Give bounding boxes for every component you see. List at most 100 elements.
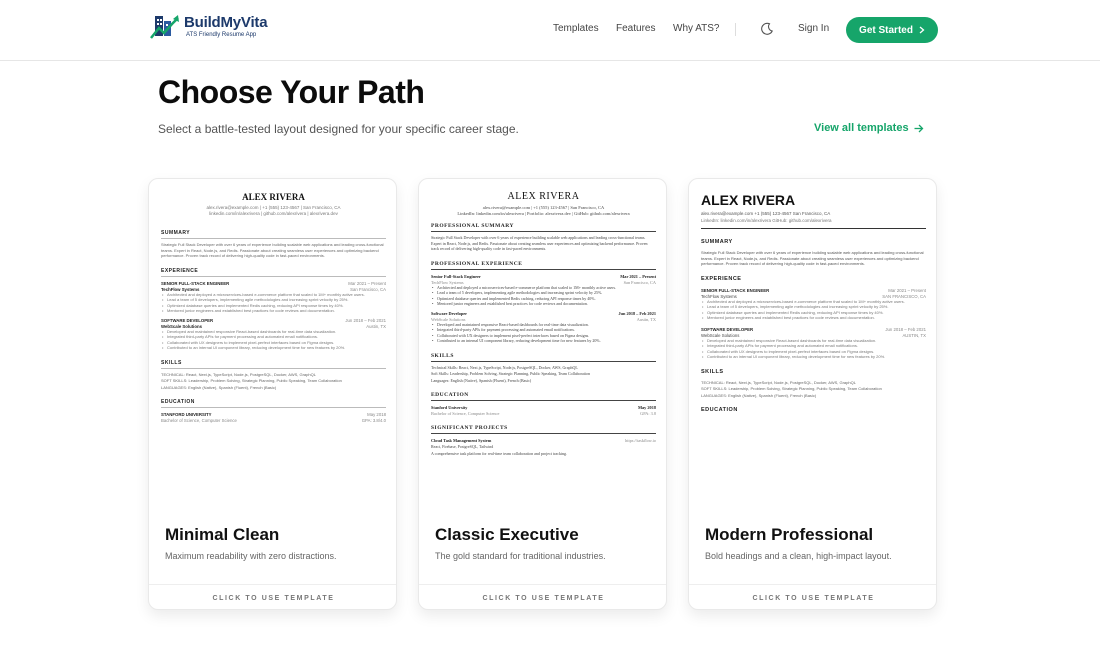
- buildings-icon: [150, 15, 179, 39]
- job-bullet: Mentored junior engineers and establishe…: [701, 315, 926, 321]
- template-card-classic-executive[interactable]: ALEX RIVERA alex.rivera@example.com | +1…: [418, 178, 667, 610]
- preview-fade: [419, 469, 666, 514]
- job-title: SENIOR FULL-STACK ENGINEER: [161, 280, 230, 286]
- job-bullet: Mentored junior engineers and establishe…: [431, 301, 656, 307]
- resume-section-projects: SIGNIFICANT PROJECTS: [431, 425, 656, 434]
- skills-line: SOFT SKILLS: Leadership, Problem Solving…: [161, 378, 342, 383]
- job-date: Mar 2021 – Present: [888, 287, 926, 293]
- job-title: Senior Full-Stack Engineer: [431, 273, 481, 279]
- project-link: https://taskflow.io: [625, 438, 656, 443]
- edu-date: May 2018: [637, 405, 656, 410]
- job-date: Jun 2018 – Feb 2021: [345, 317, 386, 323]
- job-date: Jun 2018 – Feb 2021: [618, 310, 656, 316]
- resume-contact: alex.rivera@example.com +1 (555) 123-456…: [701, 211, 831, 216]
- skills-line: Languages: English (Native), Spanish (Fl…: [431, 377, 532, 383]
- edu-degree: Bachelor of Science, Computer Science: [161, 418, 237, 423]
- resume-section-experience: EXPERIENCE: [701, 275, 742, 282]
- project-description: A comprehensive task platform for real-t…: [431, 450, 568, 456]
- job-bullet: Contributed to an internal UI component …: [701, 354, 926, 360]
- page-subtitle: Select a battle-tested layout designed f…: [158, 122, 519, 136]
- resume-preview: ALEX RIVERA alex.rivera@example.com +1 (…: [689, 179, 936, 514]
- edu-gpa: GPA: 3.8: [640, 411, 656, 416]
- project-tech: React, Firebase, PostgreSQL, Tailwind: [431, 444, 494, 449]
- resume-preview: ALEX RIVERA alex.rivera@example.com | +1…: [419, 179, 666, 514]
- resume-section-summary: SUMMARY: [161, 230, 386, 239]
- brand-logo[interactable]: BuildMyVita ATS Friendly Resume App: [150, 12, 268, 42]
- resume-links: LinkedIn: linkedin.com/in/alexrivera Git…: [701, 218, 926, 229]
- preview-fade: [149, 469, 396, 514]
- nav-link-features[interactable]: Features: [616, 23, 655, 34]
- project-title: Cloud Task Management System: [431, 438, 492, 443]
- resume-links: linkedin.com/in/alexrivera | github.com/…: [209, 211, 338, 216]
- edu-school: Stanford University: [431, 405, 468, 410]
- brand-tagline: ATS Friendly Resume App: [186, 32, 257, 38]
- resume-name: ALEX RIVERA: [701, 192, 796, 208]
- skills-line: LANGUAGES: English (Native), Spanish (Fl…: [701, 392, 817, 398]
- top-nav: BuildMyVita ATS Friendly Resume App Temp…: [0, 0, 1100, 61]
- job-bullet: Contributed to an internal UI component …: [161, 345, 386, 351]
- skills-line: Technical Skills: React, Next.js, TypeSc…: [431, 364, 578, 370]
- view-all-templates-link[interactable]: View all templates: [814, 122, 924, 134]
- job-date: Mar 2021 – Present: [620, 273, 656, 279]
- job-title: SOFTWARE DEVELOPER: [701, 326, 754, 332]
- card-title: Modern Professional: [705, 525, 874, 544]
- card-title: Classic Executive: [435, 525, 579, 544]
- resume-section-education: EDUCATION: [431, 392, 656, 401]
- resume-name: ALEX RIVERA: [242, 192, 305, 202]
- get-started-button[interactable]: Get Started: [846, 17, 938, 43]
- job-title: SOFTWARE DEVELOPER: [161, 317, 214, 323]
- view-all-label: View all templates: [814, 122, 909, 134]
- template-card-modern-professional[interactable]: ALEX RIVERA alex.rivera@example.com +1 (…: [688, 178, 937, 610]
- nav-link-templates[interactable]: Templates: [553, 23, 599, 34]
- resume-name: ALEX RIVERA: [507, 191, 580, 202]
- job-date: Jun 2018 – Feb 2021: [885, 326, 926, 332]
- skills-line: Soft Skills: Leadership, Problem Solving…: [431, 371, 590, 376]
- resume-section-skills: SKILLS: [431, 353, 656, 362]
- use-template-button[interactable]: CLICK TO USE TEMPLATE: [419, 584, 666, 609]
- resume-section-education: EDUCATION: [161, 399, 386, 408]
- sign-in-link[interactable]: Sign In: [798, 23, 829, 34]
- job-bullet: Mentored junior engineers and establishe…: [161, 308, 386, 314]
- card-description: The gold standard for traditional indust…: [435, 551, 606, 561]
- arrow-right-icon: [914, 124, 923, 132]
- job-title: SENIOR FULL-STACK ENGINEER: [701, 287, 770, 293]
- card-title: Minimal Clean: [165, 525, 280, 544]
- page-title: Choose Your Path: [158, 74, 425, 110]
- job-date: Mar 2021 – Present: [348, 280, 386, 286]
- resume-contact: alex.rivera@example.com | +1 (555) 123-4…: [482, 205, 605, 210]
- use-template-button[interactable]: CLICK TO USE TEMPLATE: [149, 584, 396, 609]
- get-started-label: Get Started: [859, 24, 913, 36]
- job-title: Software Developer: [431, 310, 468, 316]
- nav-link-why-ats[interactable]: Why ATS?: [673, 23, 720, 34]
- nav-divider: [735, 23, 736, 36]
- resume-section-summary: SUMMARY: [701, 239, 733, 245]
- resume-summary: Strategic Full Stack Developer with over…: [701, 250, 924, 266]
- chevron-right-icon: [919, 26, 925, 34]
- moon-icon[interactable]: [760, 22, 774, 36]
- skills-line: SOFT SKILLS: Leadership, Problem Solving…: [701, 386, 882, 391]
- resume-section-summary: PROFESSIONAL SUMMARY: [431, 223, 656, 232]
- resume-section-experience: EXPERIENCE: [161, 268, 386, 277]
- resume-section-experience: PROFESSIONAL EXPERIENCE: [431, 261, 656, 270]
- preview-fade: [689, 469, 936, 514]
- resume-section-skills: SKILLS: [701, 368, 724, 375]
- template-card-minimal-clean[interactable]: ALEX RIVERA alex.rivera@example.com | +1…: [148, 178, 397, 610]
- edu-degree: Bachelor of Science, Computer Science: [431, 411, 500, 416]
- card-description: Bold headings and a clean, high-impact l…: [705, 551, 892, 561]
- skills-line: TECHNICAL: React, Next.js, TypeScript, N…: [701, 379, 856, 385]
- resume-section-skills: SKILLS: [161, 360, 386, 369]
- edu-gpa: GPA: 3.8/4.0: [361, 418, 386, 423]
- resume-preview: ALEX RIVERA alex.rivera@example.com | +1…: [149, 179, 396, 514]
- use-template-button[interactable]: CLICK TO USE TEMPLATE: [689, 584, 936, 609]
- resume-summary: Strategic Full Stack Developer with over…: [431, 235, 648, 251]
- brand-name: BuildMyVita: [184, 14, 268, 31]
- resume-summary: Strategic Full Stack Developer with over…: [161, 242, 384, 258]
- edu-school: STANFORD UNIVERSITY: [161, 412, 212, 417]
- skills-line: TECHNICAL: React, Next.js, TypeScript, N…: [161, 371, 316, 377]
- card-description: Maximum readability with zero distractio…: [165, 551, 337, 561]
- edu-date: May 2018: [367, 412, 386, 417]
- job-bullet: Contributed to an internal UI component …: [431, 338, 656, 344]
- resume-links: LinkedIn: linkedin.com/in/alexrivera | P…: [457, 211, 630, 216]
- skills-line: LANGUAGES: English (Native), Spanish (Fl…: [161, 384, 277, 390]
- resume-section-education: EDUCATION: [701, 407, 738, 413]
